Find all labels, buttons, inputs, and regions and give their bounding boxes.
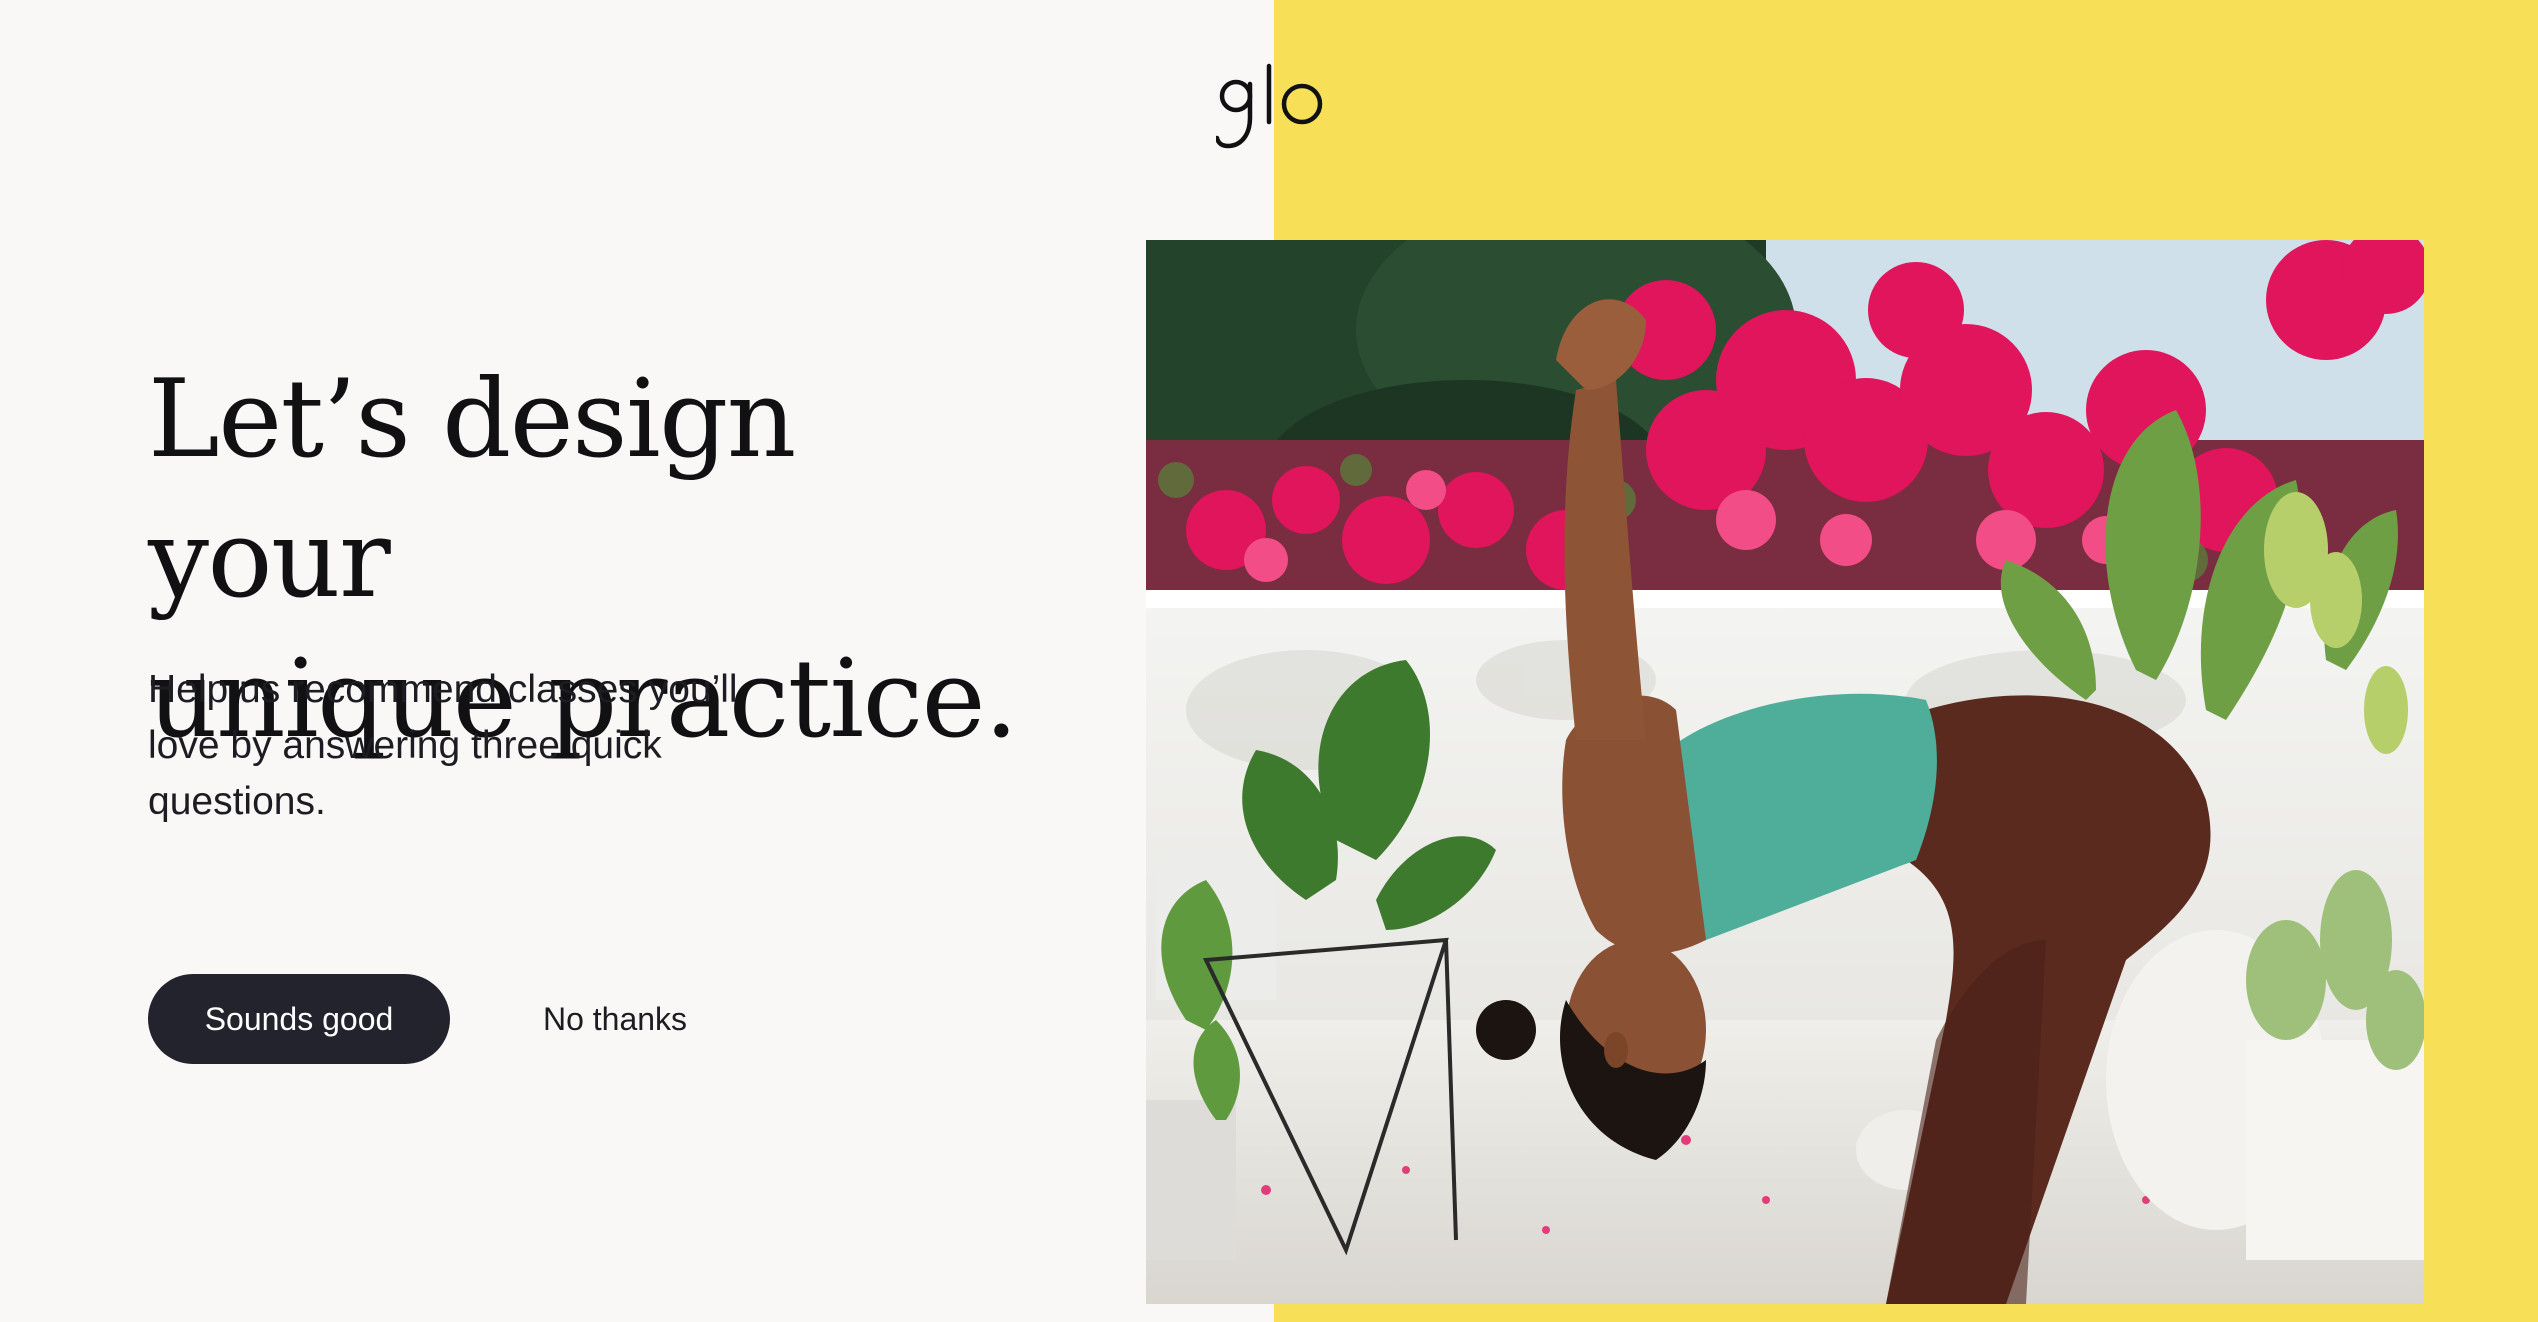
subtitle-line-3: questions. xyxy=(148,780,326,823)
glo-logo xyxy=(1216,63,1323,149)
headline-line-1: Let’s design your xyxy=(148,357,796,622)
subtitle-line-2: love by answering three quick xyxy=(148,724,662,767)
subtitle-line-1: Help us recommend classes you’ll xyxy=(148,668,738,711)
no-thanks-button[interactable]: No thanks xyxy=(510,974,720,1064)
subtitle: Help us recommend classes you’ll love by… xyxy=(148,662,828,830)
hero-photo xyxy=(1146,240,2424,1304)
sounds-good-button[interactable]: Sounds good xyxy=(148,974,450,1064)
